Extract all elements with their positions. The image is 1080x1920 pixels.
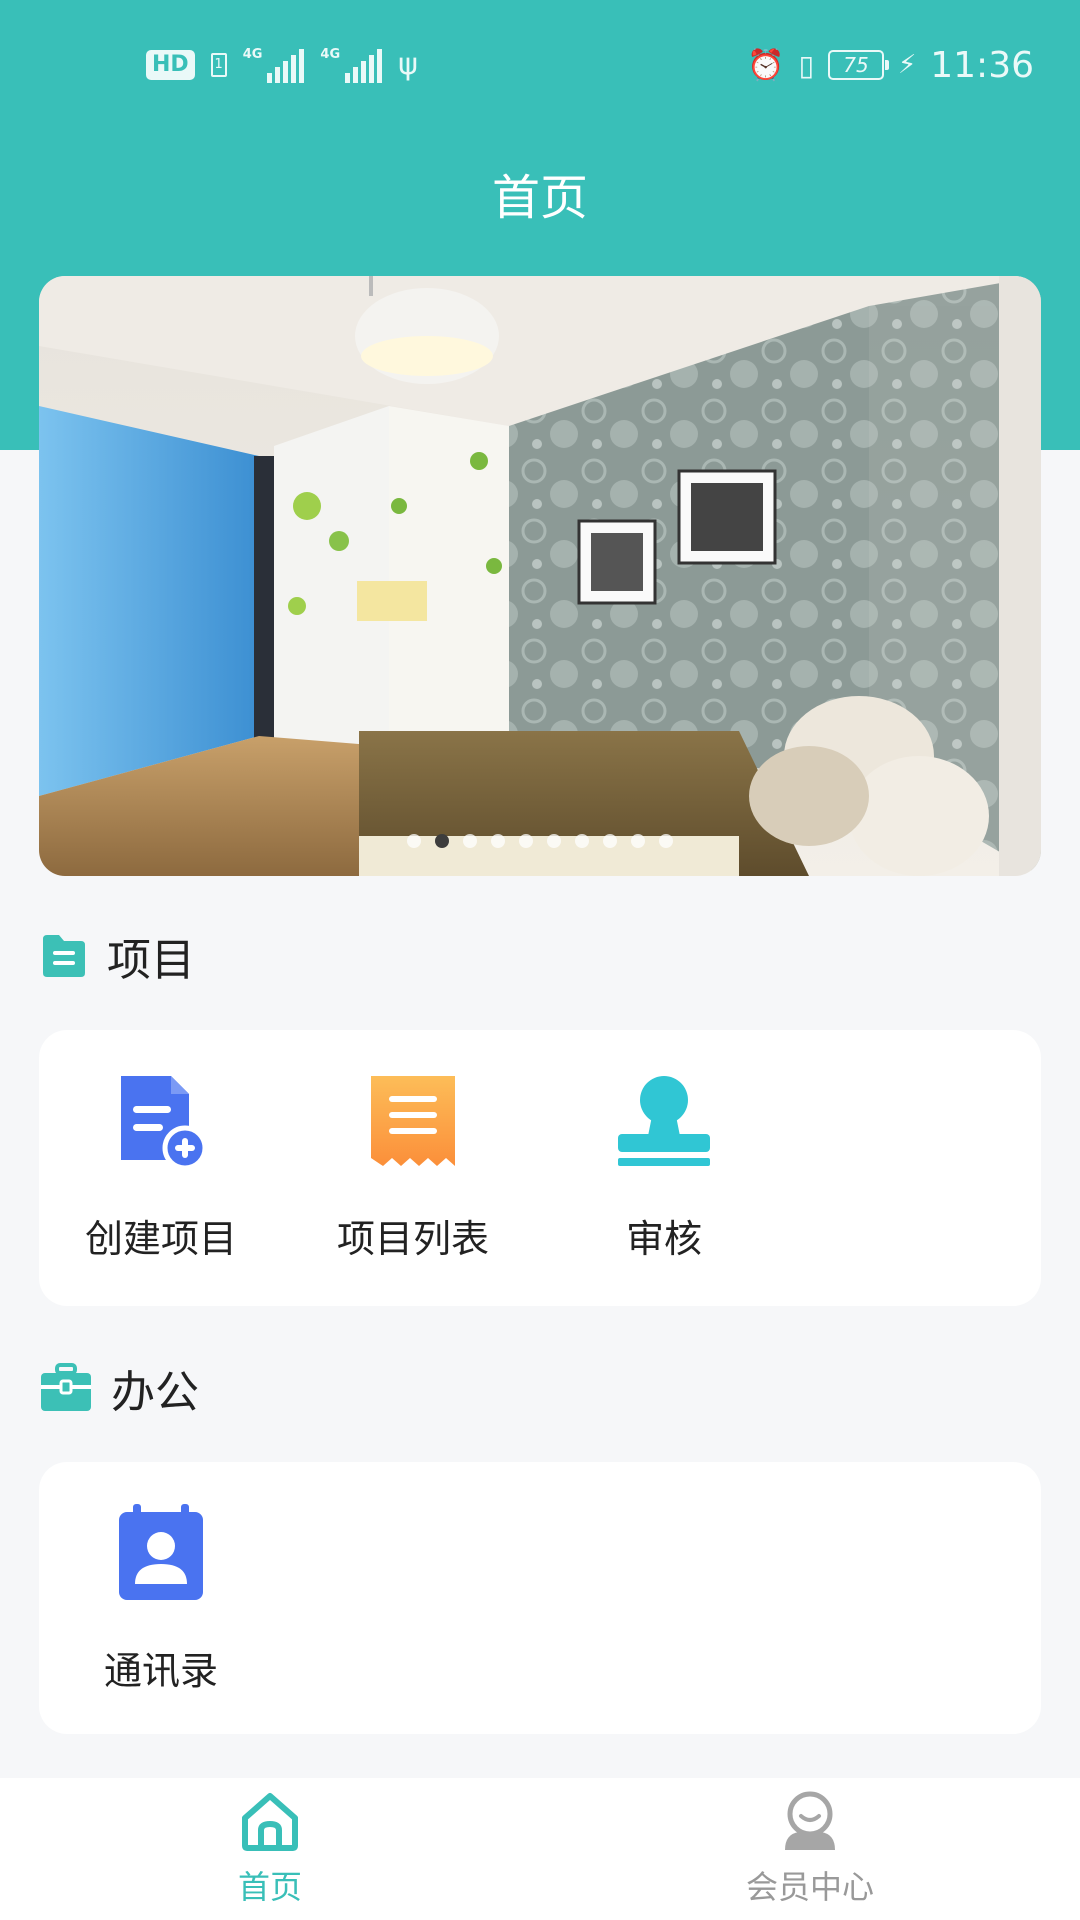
home-icon <box>242 1793 298 1851</box>
banner-image <box>39 276 1041 876</box>
carousel-indicator <box>39 834 1041 848</box>
review-button[interactable]: 审核 <box>564 1072 764 1263</box>
carousel-dot[interactable] <box>603 834 617 848</box>
projects-section-header: 项目 <box>39 926 195 986</box>
usb-icon: ψ <box>398 47 418 82</box>
charging-icon: ⚡ <box>897 50 917 80</box>
project-list-button[interactable]: 项目列表 <box>313 1072 513 1263</box>
contacts-button[interactable]: 通讯录 <box>61 1504 261 1695</box>
network-type-2: 4G <box>320 47 341 62</box>
status-bar: HD 1 4G 4G ψ ⏰ ▯ 75 ⚡ 11:36 <box>0 0 1080 134</box>
carousel-dot[interactable] <box>407 834 421 848</box>
carousel-dot[interactable] <box>631 834 645 848</box>
alarm-icon: ⏰ <box>747 47 785 83</box>
signal-icon-2: 4G <box>320 47 383 83</box>
contacts-icon <box>119 1504 203 1600</box>
project-list-label: 项目列表 <box>336 1217 489 1261</box>
hd-icon: HD <box>146 50 195 80</box>
tab-member-center[interactable]: 会员中心 <box>700 1788 920 1908</box>
office-section-title: 办公 <box>111 1367 199 1418</box>
stamp-icon <box>618 1076 710 1166</box>
contacts-label: 通讯录 <box>103 1649 218 1693</box>
carousel-dot[interactable] <box>435 834 449 848</box>
projects-card: 创建项目 项目列表 审核 <box>39 1030 1041 1306</box>
tab-home[interactable]: 首页 <box>160 1788 380 1908</box>
carousel-dot[interactable] <box>463 834 477 848</box>
network-type-1: 4G <box>242 47 263 62</box>
carousel-dot[interactable] <box>519 834 533 848</box>
page-title: 首页 <box>491 170 588 226</box>
folder-icon <box>43 935 85 977</box>
carousel-dot[interactable] <box>659 834 673 848</box>
receipt-list-icon <box>371 1076 455 1166</box>
carousel-dot[interactable] <box>575 834 589 848</box>
bottom-tab-bar: 首页 会员中心 <box>0 1778 1080 1920</box>
banner-carousel[interactable] <box>39 276 1041 876</box>
member-icon <box>785 1791 835 1850</box>
carousel-dot[interactable] <box>547 834 561 848</box>
signal-icon-1: 4G <box>243 47 305 83</box>
office-card: 通讯录 <box>39 1462 1041 1734</box>
briefcase-icon <box>41 1363 91 1411</box>
carousel-dot[interactable] <box>491 834 505 848</box>
tab-home-label: 首页 <box>237 1868 302 1906</box>
review-label: 审核 <box>625 1217 702 1261</box>
tab-member-label: 会员中心 <box>745 1868 874 1906</box>
create-project-label: 创建项目 <box>84 1217 237 1261</box>
battery-icon: 75 <box>827 50 889 80</box>
vibrate-icon: ▯ <box>798 48 814 82</box>
sim-icon: 1 <box>210 53 227 77</box>
clock: 11:36 <box>930 44 1034 86</box>
create-document-icon <box>121 1076 208 1171</box>
create-project-button[interactable]: 创建项目 <box>61 1072 261 1263</box>
projects-section-title: 项目 <box>107 935 195 986</box>
office-section-header: 办公 <box>39 1358 199 1418</box>
